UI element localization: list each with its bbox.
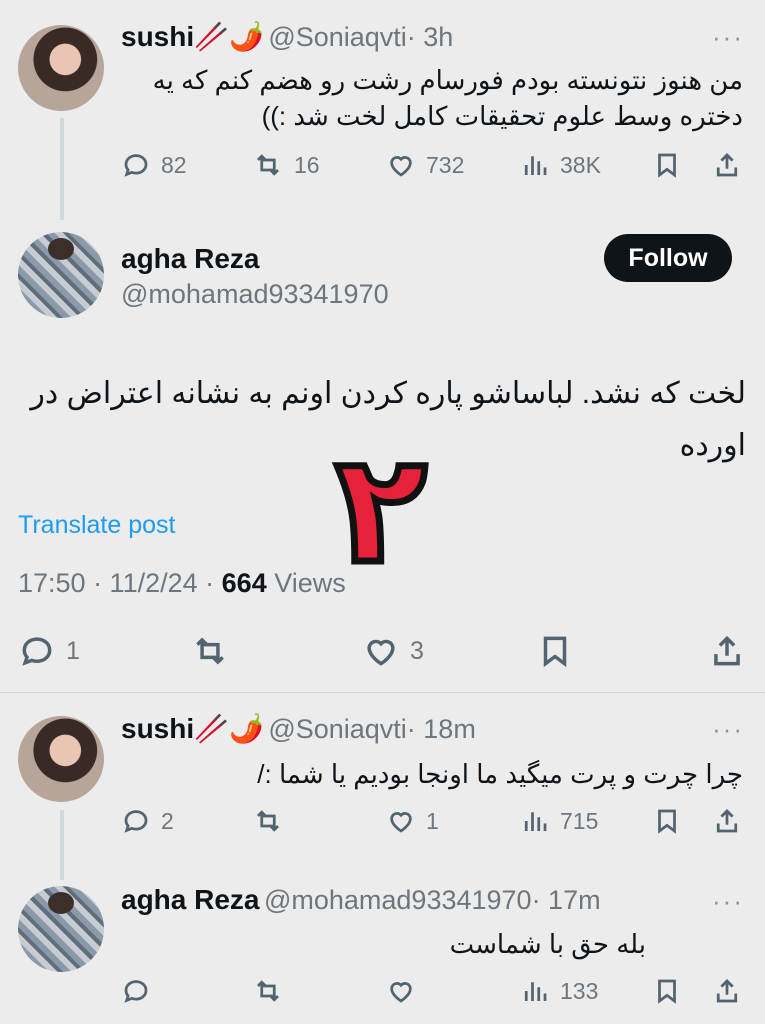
views-count: 133 (560, 977, 599, 1004)
share-icon (714, 635, 740, 666)
retweet-icon (196, 637, 224, 665)
like-button[interactable]: 1 (386, 806, 439, 836)
reply-icon (124, 980, 148, 1003)
share-button[interactable] (712, 150, 742, 180)
bookmark-icon (543, 636, 567, 668)
bookmark-button[interactable] (652, 150, 682, 180)
like-count: 1 (426, 807, 439, 834)
retweet-icon (257, 980, 279, 1002)
share-icon (716, 153, 738, 177)
like-button[interactable] (386, 976, 416, 1006)
bookmark-icon (658, 979, 676, 1004)
share-button[interactable] (708, 632, 746, 670)
like-icon (390, 812, 412, 833)
more-icon[interactable]: ··· (712, 714, 744, 745)
retweet-icon (257, 154, 279, 176)
retweet-button[interactable] (252, 806, 284, 836)
overlay-numeral: ٢ (332, 423, 431, 597)
views-count: 38K (560, 151, 601, 178)
views-label: Views (274, 568, 346, 598)
reply-count: 2 (161, 807, 174, 834)
tweet-text: بله حق با شماست (449, 929, 646, 959)
share-icon (716, 979, 738, 1003)
translate-link[interactable]: Translate post (18, 511, 175, 540)
avatar-agha-reza[interactable] (18, 232, 104, 318)
like-icon (367, 639, 395, 666)
more-icon[interactable]: ··· (712, 886, 744, 917)
tweet-time[interactable]: · 18m (407, 714, 476, 744)
tweet-time[interactable]: · 17m (532, 885, 601, 915)
bookmark-icon (658, 809, 676, 834)
views-button[interactable]: 38K (520, 150, 601, 180)
tweet-meta: 17:50 · 11/2/24 · 664 Views (18, 568, 346, 599)
author-handle[interactable]: @mohamad93341970 (264, 885, 532, 915)
author-name[interactable]: agha Reza (121, 884, 260, 915)
author-handle[interactable]: @Soniaqvti (268, 22, 406, 52)
thread-line (60, 810, 64, 880)
avatar-sushi[interactable] (18, 25, 104, 111)
more-icon[interactable]: ··· (712, 22, 744, 53)
bookmark-button[interactable] (652, 806, 682, 836)
views-count: 715 (560, 807, 599, 834)
author-name[interactable]: sushi🥢🌶️ (121, 713, 264, 744)
divider (0, 692, 765, 693)
tweet-header: sushi🥢🌶️ @Soniaqvti· 18m (121, 712, 476, 745)
retweet-count: 16 (294, 151, 320, 178)
retweet-button[interactable]: 16 (252, 150, 320, 180)
like-button[interactable]: 732 (386, 150, 464, 180)
like-count: 3 (410, 636, 424, 665)
bookmark-button[interactable] (652, 976, 682, 1006)
views-button[interactable]: 715 (520, 806, 598, 836)
follow-button[interactable]: Follow (604, 234, 732, 282)
reply-button[interactable]: 2 (121, 806, 174, 836)
reply-icon (124, 810, 148, 833)
tweet-time[interactable]: · 3h (407, 22, 454, 52)
reply-icon (22, 637, 52, 666)
reply-icon (124, 154, 148, 177)
bookmark-icon (658, 153, 676, 178)
like-icon (390, 982, 412, 1003)
thread-line (60, 118, 64, 220)
views-icon (524, 156, 547, 175)
reply-button[interactable] (121, 976, 151, 1006)
reply-button[interactable]: 1 (18, 632, 80, 670)
like-count: 732 (426, 151, 465, 178)
retweet-icon (257, 810, 279, 832)
tweet-header: agha Reza @mohamad93341970· 17m (121, 884, 601, 916)
views-count: 664 (221, 568, 267, 598)
author-name[interactable]: sushi🥢🌶️ (121, 21, 264, 52)
tweet-text: چرا چرت و پرت میگید ما اونجا بودیم یا شم… (257, 759, 743, 789)
retweet-button[interactable] (190, 632, 230, 670)
share-button[interactable] (712, 976, 742, 1006)
author-handle[interactable]: @mohamad93341970 (121, 279, 389, 310)
avatar-sushi[interactable] (18, 716, 104, 802)
views-icon (524, 812, 547, 831)
reply-count: 82 (161, 151, 187, 178)
retweet-button[interactable] (252, 976, 284, 1006)
views-icon (524, 982, 547, 1001)
tweet-text: من هنوز نتونسته بودم فورسام رشت رو هضم ک… (152, 65, 743, 131)
bookmark-button[interactable] (536, 632, 574, 670)
avatar-agha-reza[interactable] (18, 886, 104, 972)
views-button[interactable]: 133 (520, 976, 598, 1006)
reply-count: 1 (66, 636, 80, 665)
like-icon (390, 156, 412, 177)
tweet-timestamp[interactable]: 17:50 · 11/2/24 · (18, 568, 214, 598)
reply-button[interactable]: 82 (121, 150, 187, 180)
author-handle[interactable]: @Soniaqvti (268, 714, 406, 744)
share-icon (716, 809, 738, 833)
author-name[interactable]: agha Reza (121, 243, 260, 275)
like-button[interactable]: 3 (362, 632, 424, 670)
tweet-header: sushi🥢🌶️ @Soniaqvti· 3h (121, 20, 453, 53)
share-button[interactable] (712, 806, 742, 836)
